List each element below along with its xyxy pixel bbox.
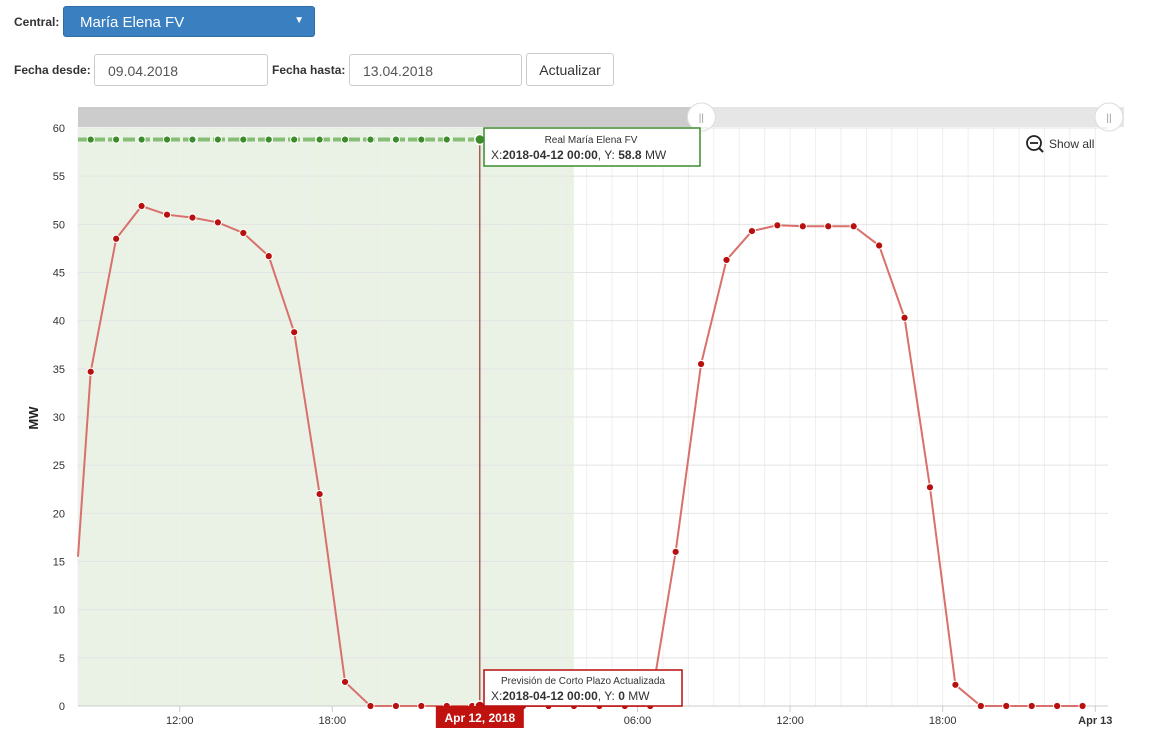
y-tick-label: 20: [53, 508, 65, 520]
data-point: [442, 135, 451, 144]
data-point: [417, 701, 426, 711]
tooltip-real: Real María Elena FV X:2018-04-12 00:00, …: [483, 127, 701, 167]
navigator-selection: [78, 107, 696, 127]
data-point: [86, 367, 95, 376]
navigator[interactable]: || ||: [78, 102, 1124, 132]
data-point: [137, 201, 146, 211]
tooltip-prevision: Previsión de Corto Plazo Actualizada X:2…: [483, 669, 683, 707]
navigator-handle[interactable]: ||: [686, 102, 716, 132]
data-point: [213, 135, 222, 144]
crosshair-x-label-text: Apr 12, 2018: [444, 711, 515, 725]
y-tick-label: 35: [53, 364, 65, 376]
data-point: [213, 218, 222, 227]
data-point: [900, 313, 909, 322]
data-point: [391, 701, 401, 711]
data-point: [340, 677, 350, 687]
data-point: [366, 701, 375, 711]
navigator-handle-glyph: ||: [1106, 113, 1111, 124]
data-point: [671, 547, 680, 556]
data-point: [747, 226, 757, 236]
tooltip-real-title: Real María Elena FV: [545, 135, 638, 146]
data-point: [340, 135, 350, 144]
data-point: [162, 210, 172, 219]
y-axis-title: MW: [26, 406, 41, 430]
data-point: [1002, 701, 1011, 711]
y-tick-label: 55: [53, 171, 65, 183]
data-point: [391, 135, 401, 144]
y-tick-label: 25: [53, 460, 65, 472]
data-point: [290, 328, 299, 337]
tooltip-prevision-values: X:2018-04-12 00:00, Y: 0 MW: [491, 689, 650, 703]
data-point: [112, 135, 121, 144]
data-point: [188, 213, 197, 222]
data-point: [290, 135, 299, 144]
data-point: [366, 135, 375, 144]
data-point: [86, 135, 95, 144]
data-point: [137, 135, 146, 144]
x-tick-label: 18:00: [929, 715, 957, 727]
y-tick-label: 15: [53, 557, 65, 569]
y-tick-label: 10: [53, 605, 65, 617]
y-tick-label: 0: [59, 701, 65, 713]
y-tick-label: 40: [53, 316, 65, 328]
y-axis: 0 5 10 15 20 25 30 35 40 45 50 55 60: [53, 123, 65, 713]
x-tick-label: Apr 13: [1078, 715, 1112, 727]
y-tick-label: 45: [53, 268, 65, 280]
tooltip-prevision-title: Previsión de Corto Plazo Actualizada: [501, 676, 665, 687]
data-point: [951, 680, 960, 689]
data-point: [162, 135, 172, 144]
data-point: [264, 252, 273, 261]
data-point: [315, 489, 324, 499]
x-tick-label: 06:00: [624, 715, 652, 727]
show-all-label: Show all: [1049, 137, 1094, 151]
data-point: [696, 359, 706, 369]
x-tick-label: 18:00: [319, 715, 347, 727]
data-point: [849, 222, 858, 231]
x-tick-label: 12:00: [776, 715, 804, 727]
y-tick-label: 5: [59, 653, 65, 665]
x-axis: 12:00 18:00 06:00 12:00 18:00 Apr 13: [166, 706, 1112, 727]
y-tick-label: 60: [53, 123, 65, 135]
data-point: [1027, 701, 1036, 711]
data-point: [798, 222, 807, 231]
data-point: [773, 221, 782, 230]
navigator-handle-glyph: ||: [699, 113, 704, 124]
data-point: [1053, 701, 1062, 711]
data-point: [188, 135, 197, 144]
data-point: [875, 241, 884, 250]
show-all-button[interactable]: Show all: [1026, 135, 1094, 153]
data-point: [112, 234, 121, 243]
navigator-handle[interactable]: ||: [1094, 102, 1124, 132]
data-point: [239, 135, 248, 144]
y-tick-label: 50: [53, 219, 65, 231]
data-point: [976, 701, 985, 711]
data-point: [824, 222, 833, 231]
data-point: [722, 255, 731, 265]
x-tick-label: 12:00: [166, 715, 194, 727]
zoom-out-icon: [1026, 135, 1044, 153]
y-tick-label: 30: [53, 412, 65, 424]
chart: || || 0 5 10 15 20 25 30 35 40 45 50 55 60 12:00 18:00…: [26, 102, 1124, 728]
data-point: [925, 483, 935, 492]
data-point: [264, 135, 273, 144]
crosshair-x-label: Apr 12, 2018: [435, 706, 524, 728]
data-point: [417, 135, 426, 144]
data-point: [239, 228, 248, 238]
data-point: [1078, 701, 1087, 711]
data-point: [315, 135, 324, 144]
tooltip-real-values: X:2018-04-12 00:00, Y: 58.8 MW: [491, 148, 667, 162]
